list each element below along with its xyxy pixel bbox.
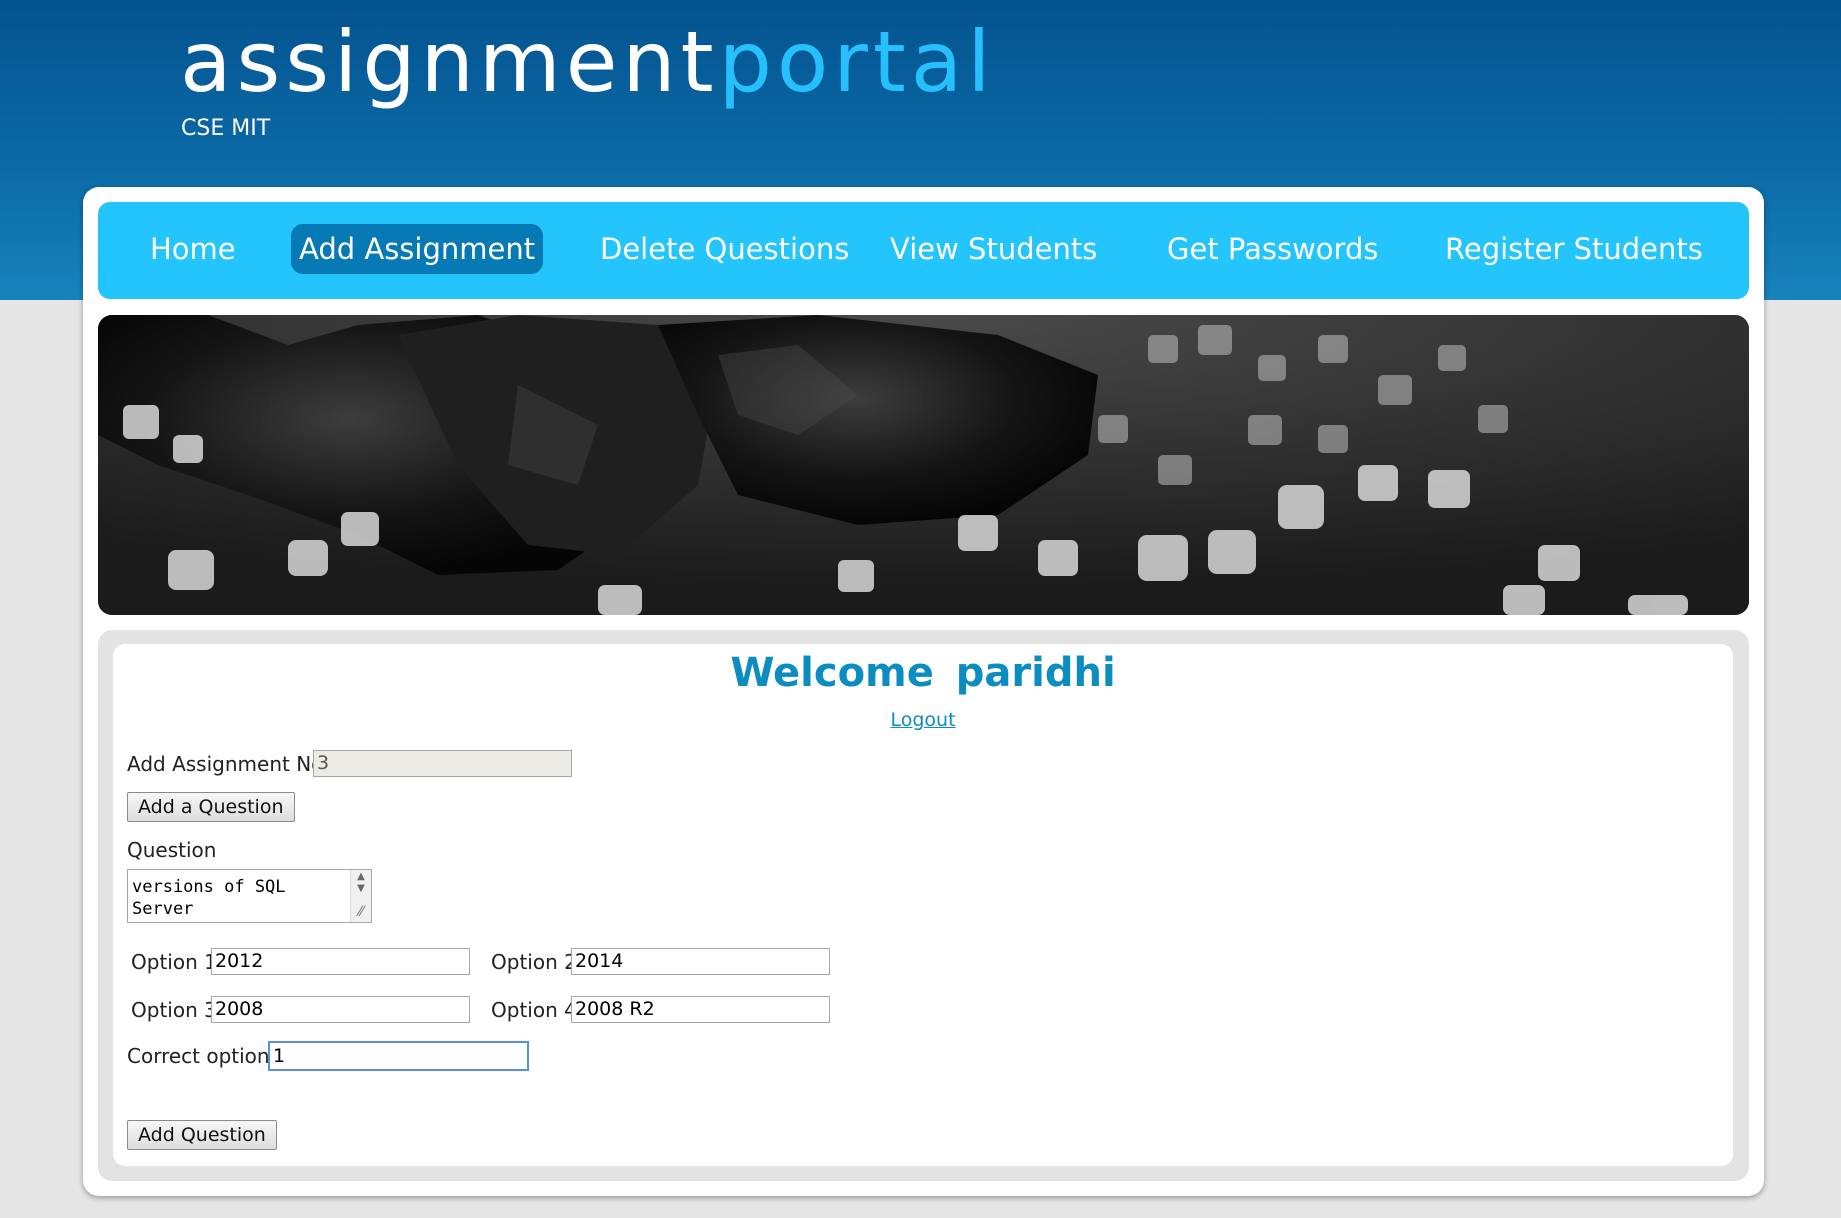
option3-label: Option 3 <box>131 998 217 1022</box>
triangle-up-icon[interactable]: ▲ <box>351 871 371 883</box>
hero-banner-image <box>98 315 1749 615</box>
add-a-question-button[interactable]: Add a Question <box>127 792 295 822</box>
content-panel: Welcome paridhi Logout Add Assignment No… <box>98 630 1749 1181</box>
site-subtitle: CSE MIT <box>181 116 271 141</box>
option1-label: Option 1 <box>131 950 217 974</box>
logo-part-assignment: assignment <box>180 13 719 111</box>
option2-field[interactable]: 2014 <box>571 948 830 975</box>
logout-link[interactable]: Logout <box>113 709 1733 731</box>
banner-photo <box>98 315 1749 615</box>
assignment-no-label: Add Assignment No <box>127 752 324 776</box>
form-panel: Welcome paridhi Logout Add Assignment No… <box>113 644 1733 1166</box>
main-nav: Home Add Assignment Delete Questions Vie… <box>98 202 1749 299</box>
triangle-down-icon[interactable]: ▼ <box>351 883 371 895</box>
nav-delete-questions[interactable]: Delete Questions <box>592 224 857 274</box>
nav-home[interactable]: Home <box>142 224 244 274</box>
nav-add-assignment[interactable]: Add Assignment <box>291 224 544 274</box>
nav-view-students[interactable]: View Students <box>882 224 1105 274</box>
question-label: Question <box>127 838 217 862</box>
logo-part-portal: portal <box>718 13 996 111</box>
add-question-button[interactable]: Add Question <box>127 1120 277 1150</box>
welcome-heading: Welcome paridhi <box>730 650 1116 696</box>
option2-label: Option 2 <box>491 950 577 974</box>
correct-option-field[interactable]: 1 <box>268 1041 529 1071</box>
nav-get-passwords[interactable]: Get Passwords <box>1159 224 1386 274</box>
option1-field[interactable]: 2012 <box>211 948 470 975</box>
question-text: versions of SQL Server <box>132 877 286 919</box>
page-container: Home Add Assignment Delete Questions Vie… <box>83 187 1764 1196</box>
option3-field[interactable]: 2008 <box>211 996 470 1023</box>
option4-label: Option 4 <box>491 998 577 1022</box>
option4-field[interactable]: 2008 R2 <box>571 996 830 1023</box>
resize-grip-icon[interactable]: ⁄⁄ <box>353 904 369 920</box>
nav-register-students[interactable]: Register Students <box>1437 224 1711 274</box>
assignment-no-field[interactable]: 3 <box>313 750 572 777</box>
correct-option-label: Correct option <box>127 1044 270 1068</box>
site-logo: assignmentportal <box>180 8 996 117</box>
question-textarea[interactable]: versions of SQL Server ▲ ▼ ⁄⁄ <box>127 869 372 923</box>
